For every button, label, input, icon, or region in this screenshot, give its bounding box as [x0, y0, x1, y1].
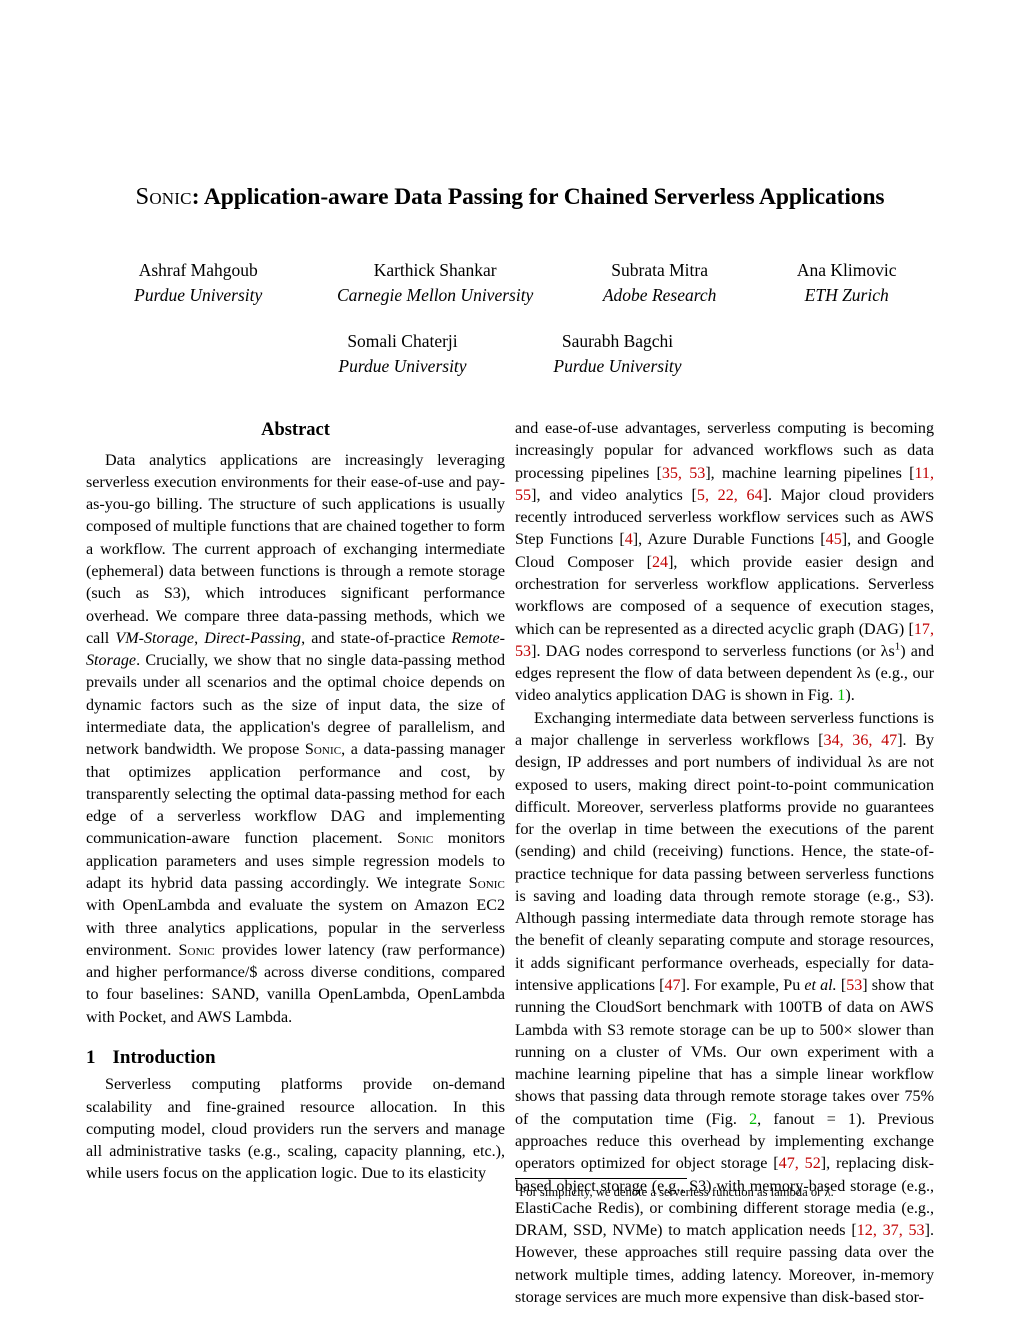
author-affiliation: Purdue University — [553, 356, 682, 377]
citation-link[interactable]: 45 — [826, 531, 842, 548]
citation-link[interactable]: 35, 53 — [662, 465, 705, 482]
author-name: Somali Chaterji — [347, 330, 458, 351]
abstract-heading: Abstract — [261, 420, 330, 440]
body-text: ], and video analytics [ — [531, 486, 697, 504]
author-affiliation: Carnegie Mellon University — [336, 285, 534, 306]
citation-link[interactable]: 12, 37, 53 — [857, 1222, 925, 1239]
author-affiliation: Purdue University — [338, 356, 467, 377]
body-text: ]. For example, Pu — [680, 977, 805, 995]
section-title: Introduction — [112, 1046, 216, 1068]
body-text: ], Azure Durable Functions [ — [632, 531, 826, 549]
author-name: Ana Klimovic — [796, 260, 897, 280]
body-text: Serverless computing platforms provide o… — [86, 1076, 505, 1183]
system-name: Sonic — [468, 874, 505, 892]
body-text: ]. DAG nodes correspond to serverless fu… — [531, 642, 895, 660]
body-text: [ — [836, 977, 847, 995]
page-title: Sonic: Application-aware Data Passing fo… — [86, 182, 934, 212]
author-affiliation: Purdue University — [134, 285, 263, 306]
et-al: et al. — [804, 977, 837, 995]
body-text: ]. By design, IP addresses and port numb… — [515, 731, 935, 995]
term-vm-storage: VM-Storage — [115, 629, 195, 647]
author-name: Saurabh Bagchi — [561, 330, 674, 351]
author-affiliation: ETH Zurich — [804, 285, 889, 306]
section-heading-introduction: 1 Introduction — [86, 1045, 505, 1071]
author-name: Ashraf Mahgoub — [138, 260, 258, 280]
abstract-paragraph: Data analytics applications are increasi… — [86, 450, 505, 1029]
abstract-text: , — [194, 629, 205, 647]
author-row: Somali Chaterji Purdue University Saurab… — [86, 329, 934, 380]
citation-link[interactable]: 47 — [665, 977, 681, 994]
footnote-body: For simplicity, we denote a serverless f… — [519, 1185, 834, 1199]
column-left: Abstract Data analytics applications are… — [86, 418, 505, 1186]
system-name: Sonic — [396, 830, 434, 848]
author-entry: Saurabh Bagchi Purdue University — [510, 329, 725, 380]
abstract-text: Data analytics applications are increasi… — [86, 451, 505, 647]
author-entry: Ana Klimovic ETH Zurich — [759, 258, 934, 309]
section-number: 1 — [86, 1046, 96, 1068]
author-entry: Karthick Shankar Carnegie Mellon Univers… — [310, 258, 559, 309]
title-remainder: : Application-aware Data Passing for Cha… — [191, 184, 885, 210]
citation-link[interactable]: 47, 52 — [779, 1155, 821, 1172]
citation-link[interactable]: 5, 22, 64 — [697, 487, 763, 504]
abstract-text: , and state-of-practice — [301, 629, 452, 647]
intro-paragraph-2: Exchanging intermediate data between ser… — [515, 708, 934, 1310]
citation-link[interactable]: 4 — [625, 531, 633, 548]
footnote-area: 1For simplicity, we denote a serverless … — [515, 1178, 934, 1201]
body-text: ], machine learning pipelines [ — [705, 464, 915, 482]
citation-link[interactable]: 24 — [652, 554, 668, 571]
author-affiliation: Adobe Research — [602, 285, 717, 306]
paper-page: Sonic: Application-aware Data Passing fo… — [0, 0, 1020, 1320]
footnote-rule — [515, 1178, 687, 1179]
intro-paragraph-1: Serverless computing platforms provide o… — [86, 1074, 505, 1185]
author-entry: Somali Chaterji Purdue University — [295, 329, 510, 380]
author-row: Ashraf Mahgoub Purdue University Karthic… — [86, 258, 934, 309]
author-name: Karthick Shankar — [373, 260, 497, 280]
title-system-name: Sonic — [135, 183, 192, 210]
footnote: 1For simplicity, we denote a serverless … — [515, 1184, 934, 1201]
system-name: Sonic — [304, 741, 342, 759]
intro-paragraph-1-continued: and ease-of-use advantages, serverless c… — [515, 418, 934, 708]
title-block: Sonic: Application-aware Data Passing fo… — [86, 182, 934, 212]
figure-reference-link[interactable]: 2 — [749, 1111, 757, 1128]
author-entry: Ashraf Mahgoub Purdue University — [86, 258, 310, 309]
author-block: Ashraf Mahgoub Purdue University Karthic… — [86, 258, 934, 380]
author-entry: Subrata Mitra Adobe Research — [560, 258, 760, 309]
term-direct-passing: Direct-Passing — [204, 629, 302, 647]
citation-link[interactable]: 53 — [846, 977, 862, 994]
citation-link[interactable]: 34, 36, 47 — [824, 732, 898, 749]
body-text: ] show that running the CloudSort benchm… — [515, 977, 935, 1128]
author-name: Subrata Mitra — [611, 260, 708, 280]
body-text: ). — [845, 687, 855, 705]
column-right: and ease-of-use advantages, serverless c… — [515, 418, 934, 1309]
system-name: Sonic — [178, 941, 215, 959]
